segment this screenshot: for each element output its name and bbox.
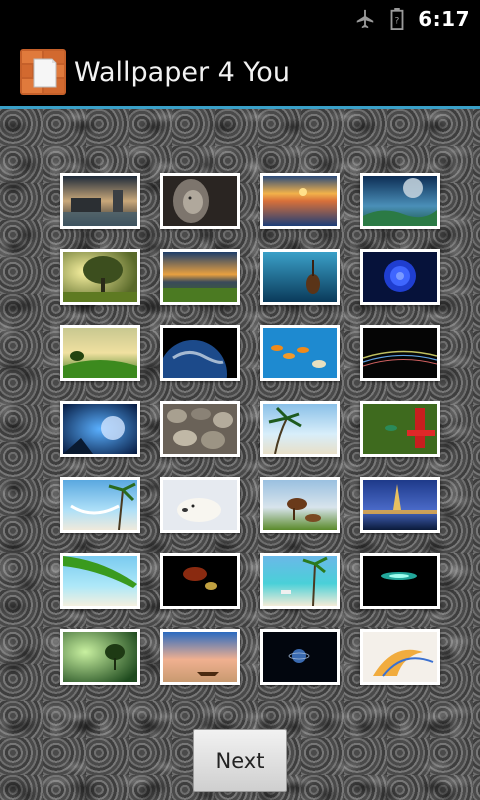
wallpaper-thumbnail[interactable] — [160, 325, 240, 381]
airplane-mode-icon — [357, 9, 374, 29]
hummingbird-feeder-image — [363, 404, 437, 454]
moon-fantasy-image — [63, 404, 137, 454]
underwater-cello-image — [263, 252, 337, 302]
wallpaper-thumbnail[interactable] — [260, 325, 340, 381]
tree-on-hill-image — [63, 328, 137, 378]
pebbles-image — [163, 404, 237, 454]
wallpaper-grid: Next — [0, 109, 480, 800]
wallpaper-thumbnail[interactable] — [360, 401, 440, 457]
wallpaper-thumbnail[interactable] — [60, 173, 140, 229]
ocean-sunset-image — [263, 176, 337, 226]
status-bar: ? 6:17 — [0, 0, 480, 38]
tree-in-sunlight-image — [63, 252, 137, 302]
app-title: Wallpaper 4 You — [74, 56, 290, 88]
wallpaper-thumbnail[interactable] — [160, 553, 240, 609]
horses-on-grass-image — [263, 480, 337, 530]
planet-over-sea-image — [363, 176, 437, 226]
wallpaper-thumbnail[interactable] — [160, 173, 240, 229]
planet-in-space-image — [263, 632, 337, 682]
wallpaper-thumbnail[interactable] — [260, 477, 340, 533]
wallpaper-thumbnail[interactable] — [160, 401, 240, 457]
goldfish-image — [263, 328, 337, 378]
wallpaper-thumbnail[interactable] — [260, 173, 340, 229]
status-icons: ? 6:17 — [354, 0, 470, 38]
earth-from-space-image — [163, 328, 237, 378]
wallpaper-thumbnail[interactable] — [360, 553, 440, 609]
castle-at-dusk-image — [63, 176, 137, 226]
city-at-night-image — [363, 480, 437, 530]
wallpaper-thumbnail[interactable] — [60, 325, 140, 381]
svg-text:?: ? — [395, 16, 400, 27]
app-icon — [20, 49, 66, 95]
glowing-disc-image — [363, 556, 437, 606]
light-streaks-image — [363, 328, 437, 378]
violin-on-black-image — [163, 556, 237, 606]
wallpaper-thumbnail[interactable] — [160, 477, 240, 533]
abstract-swirl-image — [363, 632, 437, 682]
wallpaper-thumbnail[interactable] — [60, 249, 140, 305]
wallpaper-thumbnail[interactable] — [60, 401, 140, 457]
hammock-beach-image — [63, 480, 137, 530]
wallpaper-thumbnail[interactable] — [260, 249, 340, 305]
wallpaper-thumbnail[interactable] — [360, 629, 440, 685]
wallpaper-thumbnail[interactable] — [360, 477, 440, 533]
wallpaper-thumbnail[interactable] — [60, 629, 140, 685]
wallpaper-thumbnail[interactable] — [360, 325, 440, 381]
next-button[interactable]: Next — [193, 729, 287, 792]
wallpaper-thumbnail[interactable] — [260, 401, 340, 457]
wallpaper-thumbnail[interactable] — [260, 553, 340, 609]
beach-chairs-image — [263, 556, 337, 606]
title-bar: Wallpaper 4 You — [0, 38, 480, 106]
sunset-over-field-image — [163, 252, 237, 302]
palm-leaf-beach-image — [63, 556, 137, 606]
wallpaper-thumbnail[interactable] — [60, 553, 140, 609]
wallpaper-thumbnail[interactable] — [260, 629, 340, 685]
battery-icon: ? — [390, 8, 404, 30]
wallpaper-thumbnail[interactable] — [160, 249, 240, 305]
wallpaper-thumbnail[interactable] — [160, 629, 240, 685]
blue-rose-image — [363, 252, 437, 302]
palm-beach-image — [263, 404, 337, 454]
wallpaper-thumbnail[interactable] — [360, 173, 440, 229]
status-time: 6:17 — [418, 7, 470, 31]
wallpaper-thumbnail[interactable] — [360, 249, 440, 305]
polar-bear-cub-image — [163, 480, 237, 530]
boat-on-shore-image — [163, 632, 237, 682]
lion-portrait-image — [163, 176, 237, 226]
green-landscape-image — [63, 632, 137, 682]
wallpaper-thumbnail[interactable] — [60, 477, 140, 533]
